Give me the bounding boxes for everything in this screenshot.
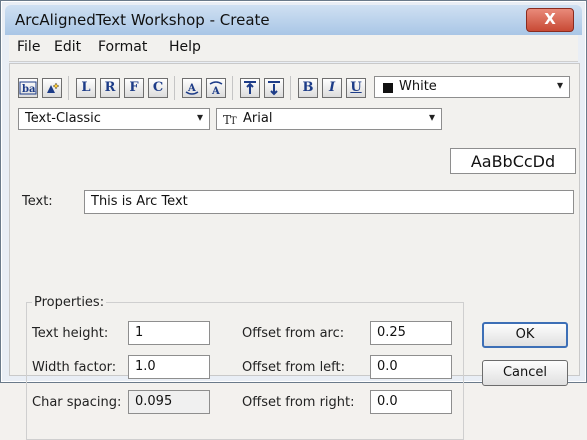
style-select-value: Text-Classic [25,111,101,126]
svg-text:A: A [211,86,220,97]
chevron-down-icon: ▾ [556,78,563,92]
sparkle-button[interactable] [42,78,62,98]
width-factor-input[interactable]: 1.0 [128,355,210,379]
toolbar-separator [174,76,175,100]
arc-under-icon: A [185,83,199,95]
width-factor-label: Width factor: [32,360,117,375]
text-input[interactable]: This is Arc Text [84,190,574,214]
color-select[interactable]: White ▾ [374,76,570,98]
align-left-button[interactable]: L [76,78,96,98]
char-spacing-input[interactable]: 0.095 [128,390,210,414]
color-select-value: White [399,79,437,94]
offset-from-right-label: Offset from right: [242,395,355,410]
title-bar[interactable]: ArcAlignedText Workshop - Create X [5,5,582,35]
text-height-input[interactable]: 1 [128,321,210,345]
text-label: Text: [22,194,53,209]
offset-from-left-input[interactable]: 0.0 [370,355,452,379]
toolbar-separator [290,76,291,100]
font-icon: T T [223,113,237,127]
close-button[interactable]: X [526,8,574,32]
window-title: ArcAlignedText Workshop - Create [15,11,270,29]
menu-bar: File Edit Format Help [9,35,578,62]
style-select[interactable]: Text-Classic ▾ [18,108,210,130]
dialog-content: ba L R F C A A B I U White ▾ Text-Classi… [9,63,580,440]
chevron-down-icon: ▾ [196,110,203,124]
arc-over-icon: A [209,81,223,97]
arc-under-button[interactable]: A [182,78,202,98]
svg-text:ba: ba [22,84,36,95]
bold-button[interactable]: B [298,78,318,98]
properties-label: Properties: [32,295,107,310]
underline-button[interactable]: U [346,78,366,98]
ok-button[interactable]: OK [482,322,568,348]
svg-text:A: A [187,83,196,94]
align-bottom-icon [268,81,280,96]
ba-button[interactable]: ba [18,78,38,98]
fit-button[interactable]: F [124,78,144,98]
menu-help[interactable]: Help [169,39,201,55]
offset-from-right-input[interactable]: 0.0 [370,390,452,414]
align-right-button[interactable]: R [100,78,120,98]
cancel-button[interactable]: Cancel [482,360,568,386]
color-swatch [382,82,394,94]
font-select[interactable]: T T Arial ▾ [216,108,442,130]
toolbar-separator [232,76,233,100]
menu-file[interactable]: File [17,39,40,55]
center-button[interactable]: C [148,78,168,98]
arc-over-button[interactable]: A [206,78,226,98]
dialog-window: ArcAlignedText Workshop - Create X File … [0,0,587,440]
offset-from-arc-input[interactable]: 0.25 [370,321,452,345]
sparkle-icon [47,82,60,93]
menu-edit[interactable]: Edit [54,39,81,55]
italic-button[interactable]: I [322,78,342,98]
close-icon: X [544,10,556,28]
align-bottom-button[interactable] [264,78,284,98]
toolbar-separator [68,76,69,100]
offset-from-arc-label: Offset from arc: [242,326,345,341]
offset-from-left-label: Offset from left: [242,360,346,375]
ba-icon: ba [19,81,37,95]
char-spacing-label: Char spacing: [32,395,122,410]
menu-format[interactable]: Format [98,39,147,55]
align-top-button[interactable] [240,78,260,98]
svg-text:T: T [230,116,237,127]
font-select-value: Arial [243,111,273,126]
align-top-icon [244,81,256,94]
text-height-label: Text height: [32,326,109,341]
font-preview: AaBbCcDd [450,148,576,174]
chevron-down-icon: ▾ [428,110,435,124]
